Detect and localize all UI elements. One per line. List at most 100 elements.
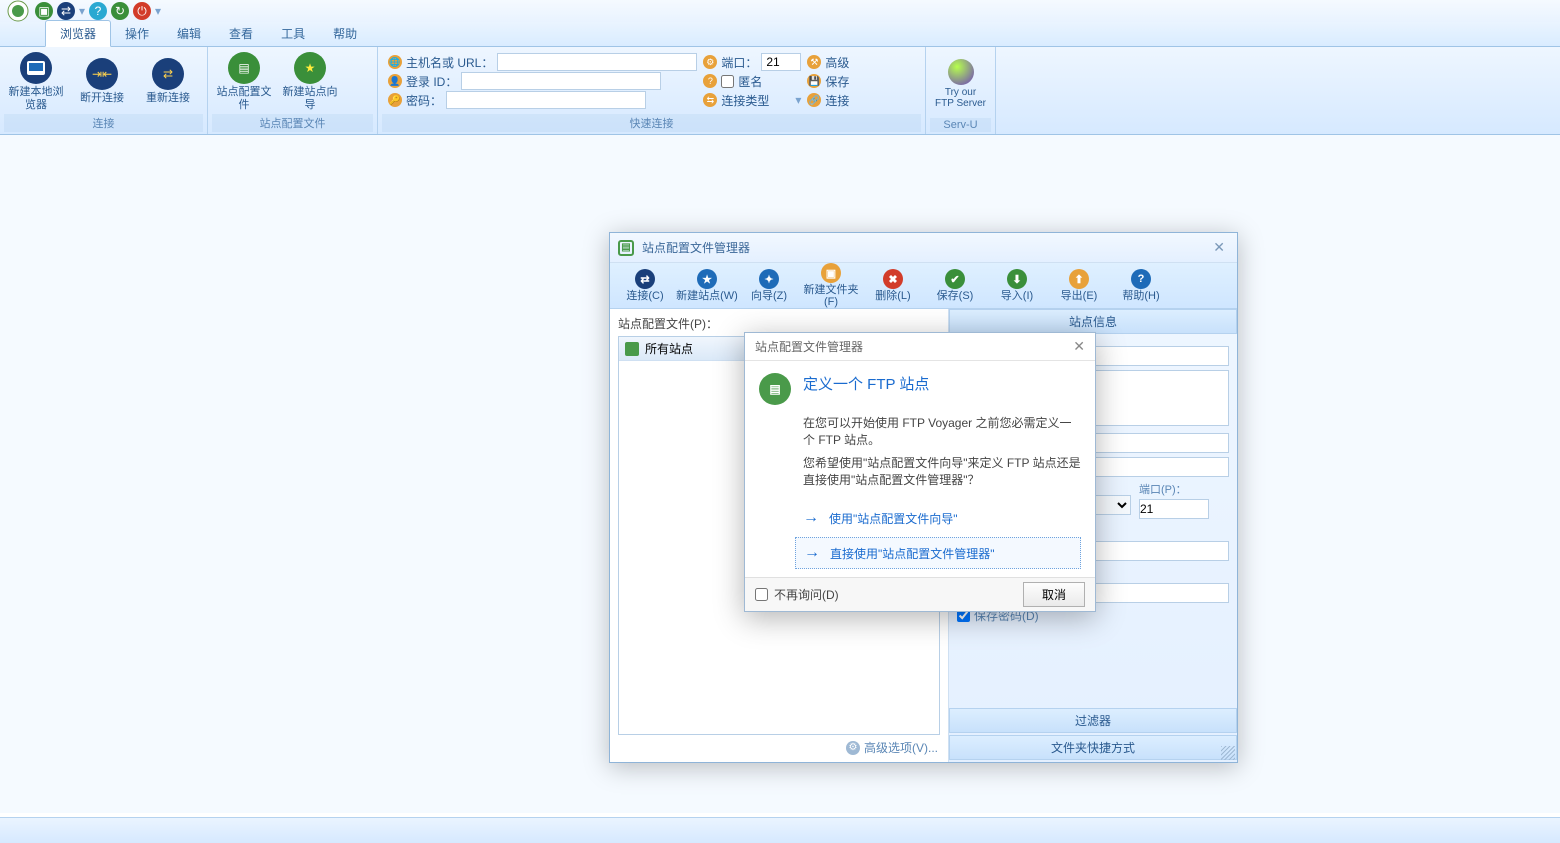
host-label: 主机名或 URL：	[406, 54, 493, 71]
spm-tree-root-label: 所有站点	[645, 340, 693, 357]
spm-toolbar-btn-5[interactable]: ✔保存(S)	[924, 267, 986, 304]
anon-icon: ?	[703, 74, 717, 88]
site-port-label: 端口(P)：	[1139, 481, 1229, 497]
group-servu-label: Serv-U	[930, 118, 991, 132]
reconnect-button[interactable]: ⇄ 重新连接	[136, 56, 200, 107]
save-link[interactable]: 保存	[825, 73, 849, 90]
host-input[interactable]	[497, 53, 697, 71]
qat-stop-icon[interactable]: ⏻	[133, 2, 151, 20]
toolbar-icon: ⬇	[1007, 269, 1027, 289]
tab-tools[interactable]: 工具	[267, 21, 319, 46]
resize-grip[interactable]	[1221, 746, 1235, 760]
site-profiles-button[interactable]: ▤ 站点配置文件	[212, 50, 276, 114]
login-label: 登录 ID：	[406, 73, 457, 90]
spm-toolbar-btn-6[interactable]: ⬇导入(I)	[986, 267, 1048, 304]
conntype-icon: ⇆	[703, 93, 717, 107]
dlg-hero-icon: ▤	[759, 373, 791, 405]
gear-icon: ⚙	[846, 741, 860, 755]
status-bar	[0, 817, 1560, 843]
anonymous-checkbox[interactable]	[721, 75, 734, 88]
tab-browser[interactable]: 浏览器	[45, 20, 111, 47]
toolbar-icon: ⇄	[635, 269, 655, 289]
port-icon: ⚙	[703, 55, 717, 69]
toolbar-icon: ✦	[759, 269, 779, 289]
group-profiles-label: 站点配置文件	[212, 114, 373, 132]
toolbar-label: 删除(L)	[862, 290, 924, 302]
use-wizard-link[interactable]: → 使用"站点配置文件向导"	[795, 503, 1081, 533]
toolbar-icon: ✔	[945, 269, 965, 289]
password-label: 密码：	[406, 92, 442, 109]
menu-bar: 浏览器 操作 编辑 查看 工具 帮助	[0, 22, 1560, 47]
app-orb[interactable]	[4, 0, 32, 22]
host-icon: 🌐	[388, 55, 402, 69]
login-icon: 👤	[388, 74, 402, 88]
spm-toolbar: ⇄连接(C)★新建站点(W)✦向导(Z)▣新建文件夹(F)✖删除(L)✔保存(S…	[610, 263, 1237, 309]
cancel-button[interactable]: 取消	[1023, 582, 1085, 607]
dont-ask-checkbox-row[interactable]: 不再询问(D)	[755, 586, 839, 603]
title-bar: ▣ ⇄ ▾ ? ↻ ⏻ ▾	[0, 0, 1560, 22]
new-local-browser-button[interactable]: 新建本地浏览器	[4, 50, 68, 114]
spm-app-icon: ▤	[618, 240, 634, 256]
servu-button[interactable]: Try our FTP Server	[931, 55, 991, 113]
use-manager-link[interactable]: → 直接使用"站点配置文件管理器"	[795, 537, 1081, 569]
qat-help-icon[interactable]: ?	[89, 2, 107, 20]
login-input[interactable]	[461, 72, 661, 90]
accordion-site-info[interactable]: 站点信息	[949, 309, 1237, 334]
new-site-wizard-button[interactable]: ★ 新建站点向导	[278, 50, 342, 114]
toolbar-label: 导出(E)	[1048, 290, 1110, 302]
toolbar-icon: ⬆	[1069, 269, 1089, 289]
toolbar-label: 新建站点(W)	[676, 290, 738, 302]
qat-refresh-icon[interactable]: ↻	[111, 2, 129, 20]
servu-icon	[948, 59, 974, 85]
group-quick-label: 快速连接	[382, 114, 921, 132]
dlg-titlebar[interactable]: 站点配置文件管理器 ✕	[745, 333, 1095, 361]
tab-view[interactable]: 查看	[215, 21, 267, 46]
connect-link[interactable]: 连接	[825, 92, 849, 109]
spm-close-icon[interactable]: ✕	[1209, 239, 1229, 256]
dont-ask-checkbox[interactable]	[755, 588, 768, 601]
advanced-icon: ⚒	[807, 55, 821, 69]
qat-customize-icon[interactable]: ▾	[154, 4, 162, 18]
connect-icon: 🔗	[807, 93, 821, 107]
spm-title-text: 站点配置文件管理器	[642, 239, 750, 256]
spm-toolbar-btn-4[interactable]: ✖删除(L)	[862, 267, 924, 304]
dlg-close-icon[interactable]: ✕	[1073, 338, 1085, 355]
disconnect-button[interactable]: ⇥⇤ 断开连接	[70, 56, 134, 107]
toolbar-label: 新建文件夹(F)	[800, 284, 862, 308]
toolbar-label: 向导(Z)	[738, 290, 800, 302]
spm-toolbar-btn-8[interactable]: ?帮助(H)	[1110, 267, 1172, 304]
conntype-label: 连接类型	[721, 92, 769, 109]
spm-toolbar-btn-0[interactable]: ⇄连接(C)	[614, 267, 676, 304]
spm-titlebar[interactable]: ▤ 站点配置文件管理器 ✕	[610, 233, 1237, 263]
toolbar-icon: ▣	[821, 263, 841, 283]
spm-toolbar-btn-7[interactable]: ⬆导出(E)	[1048, 267, 1110, 304]
tab-operate[interactable]: 操作	[111, 21, 163, 46]
spm-advanced-button[interactable]: ⚙ 高级选项(V)...	[846, 739, 938, 756]
toolbar-label: 导入(I)	[986, 290, 1048, 302]
arrow-icon: →	[803, 509, 819, 527]
password-icon: 🔑	[388, 93, 402, 107]
toolbar-label: 连接(C)	[614, 290, 676, 302]
dlg-title-text: 站点配置文件管理器	[755, 338, 863, 355]
advanced-link[interactable]: 高级	[825, 54, 849, 71]
toolbar-label: 保存(S)	[924, 290, 986, 302]
toolbar-icon: ✖	[883, 269, 903, 289]
toolbar-icon: ★	[697, 269, 717, 289]
spm-toolbar-btn-2[interactable]: ✦向导(Z)	[738, 267, 800, 304]
dlg-body-1: 在您可以开始使用 FTP Voyager 之前您必需定义一个 FTP 站点。	[803, 415, 1081, 449]
accordion-shortcut[interactable]: 文件夹快捷方式	[949, 735, 1237, 760]
port-label: 端口：	[721, 54, 757, 71]
spm-toolbar-btn-1[interactable]: ★新建站点(W)	[676, 267, 738, 304]
dlg-heading: 定义一个 FTP 站点	[803, 373, 929, 394]
site-port-input[interactable]	[1139, 499, 1209, 519]
qat-dropdown-icon[interactable]: ▾	[78, 4, 86, 18]
spm-toolbar-btn-3[interactable]: ▣新建文件夹(F)	[800, 261, 862, 310]
qat-connect-icon[interactable]: ⇄	[57, 2, 75, 20]
password-input[interactable]	[446, 91, 646, 109]
tab-edit[interactable]: 编辑	[163, 21, 215, 46]
qat-profiles-icon[interactable]: ▣	[35, 2, 53, 20]
port-input[interactable]	[761, 53, 801, 71]
tab-help[interactable]: 帮助	[319, 21, 371, 46]
arrow-icon: →	[804, 544, 820, 562]
accordion-filter[interactable]: 过滤器	[949, 708, 1237, 733]
